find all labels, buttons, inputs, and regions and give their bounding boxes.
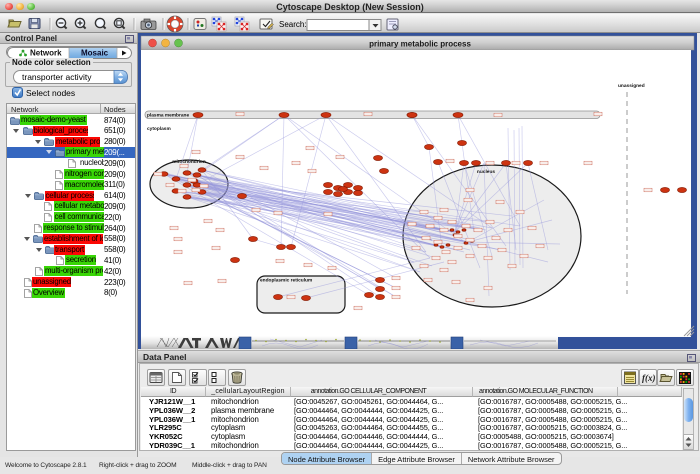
svg-text:endoplasmic reticulum: endoplasmic reticulum <box>260 278 312 284</box>
svg-text:unassigned: unassigned <box>618 83 645 89</box>
svg-text:Network: Network <box>30 49 62 58</box>
svg-text:Select nodes: Select nodes <box>26 88 75 98</box>
svg-text:transporter activity: transporter activity <box>22 72 92 82</box>
svg-text:nucleus: nucleus <box>477 169 495 175</box>
svg-text:plasma membrane: plasma membrane <box>147 113 189 119</box>
svg-text:primary metabolic process: primary metabolic process <box>369 40 471 49</box>
svg-text:Mosaic: Mosaic <box>81 49 109 58</box>
svg-text:cytoplasm: cytoplasm <box>147 126 171 132</box>
svg-text:f(x): f(x) <box>642 373 656 383</box>
svg-text:Search:: Search: <box>279 20 307 29</box>
